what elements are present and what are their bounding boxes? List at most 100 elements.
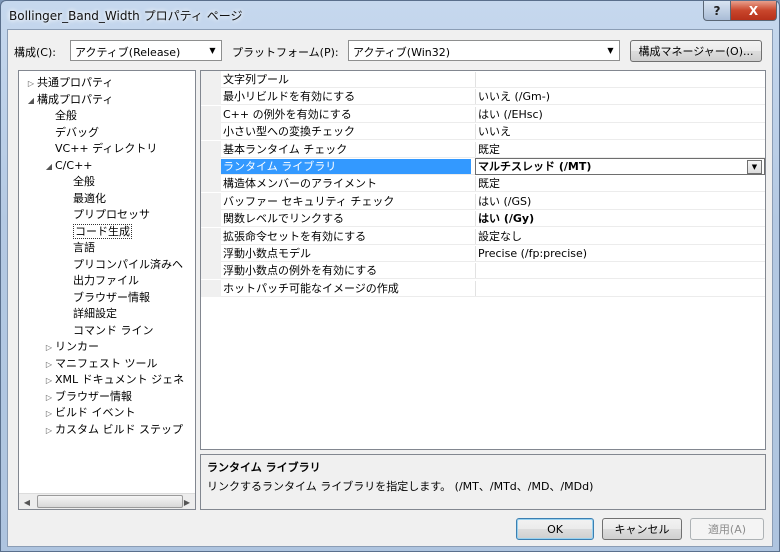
tree-item[interactable]: 出力ファイル [61, 273, 139, 289]
cancel-button[interactable]: キャンセル [602, 518, 682, 540]
tree-item-label: 全般 [73, 175, 95, 188]
property-name[interactable]: 構造体メンバーのアライメント [223, 176, 471, 191]
tree-item[interactable]: ▷ 共通プロパティ [25, 75, 113, 91]
property-row[interactable]: 文字列プール [201, 71, 765, 88]
tree-item[interactable]: ◢ C/C++ [43, 158, 93, 174]
property-row[interactable]: ランタイム ライブラリ マルチスレッド (/MT) ▼ [201, 158, 765, 175]
collapse-icon[interactable]: ◢ [43, 159, 55, 175]
expand-icon[interactable]: ▷ [43, 357, 55, 373]
tree-item[interactable]: デバッグ [43, 125, 99, 141]
property-name[interactable]: 小さい型への変換チェック [223, 124, 471, 139]
property-value[interactable]: 設定なし [475, 228, 765, 244]
property-row[interactable]: 基本ランタイム チェック 既定 [201, 140, 765, 158]
property-row[interactable]: C++ の例外を有効にする はい (/EHsc) [201, 105, 765, 123]
tree-item-label: デバッグ [55, 125, 99, 139]
property-name[interactable]: 浮動小数点モデル [223, 246, 471, 261]
tree-horizontal-scrollbar[interactable]: ◀ ▶ [19, 493, 195, 509]
property-value-dropdown[interactable]: マルチスレッド (/MT) ▼ [475, 158, 765, 175]
property-row[interactable]: バッファー セキュリティ チェック はい (/GS) [201, 192, 765, 210]
config-combo[interactable]: アクティブ(Release) ▼ [70, 40, 222, 61]
platform-combo[interactable]: アクティブ(Win32) ▼ [348, 40, 620, 61]
tree-item[interactable]: 言語 [61, 240, 95, 256]
property-value[interactable]: はい (/EHsc) [475, 106, 765, 122]
property-name[interactable]: ホットパッチ可能なイメージの作成 [223, 281, 471, 296]
property-value[interactable]: 既定 [475, 176, 765, 192]
property-name[interactable]: 最小リビルドを有効にする [223, 89, 471, 104]
property-value[interactable]: Precise (/fp:precise) [475, 246, 765, 261]
expand-icon[interactable]: ▷ [43, 390, 55, 406]
tree-item[interactable]: 最適化 [61, 191, 106, 207]
property-grid[interactable]: 文字列プール 最小リビルドを有効にする いいえ (/Gm-) C++ の例外を有効にす… [200, 70, 766, 450]
tree-item[interactable]: プリコンパイル済みヘ [61, 257, 183, 273]
chevron-down-icon: ▼ [209, 46, 216, 55]
property-name[interactable]: 拡張命令セットを有効にする [223, 229, 471, 244]
tree-item[interactable]: ◢ 構成プロパティ [25, 92, 113, 108]
tree-item-label: ブラウザー情報 [55, 389, 132, 403]
expand-icon[interactable]: ▷ [43, 340, 55, 356]
property-value-text: 設定なし [478, 229, 522, 243]
property-row[interactable]: 浮動小数点の例外を有効にする [201, 262, 765, 280]
close-button[interactable]: X [730, 1, 777, 21]
expand-icon[interactable]: ▷ [43, 406, 55, 422]
property-name[interactable]: C++ の例外を有効にする [223, 107, 471, 122]
property-name[interactable]: 基本ランタイム チェック [223, 142, 471, 157]
property-row[interactable]: 小さい型への変換チェック いいえ [201, 123, 765, 141]
property-row[interactable]: 拡張命令セットを有効にする 設定なし [201, 227, 765, 245]
property-value[interactable]: はい (/GS) [475, 193, 765, 209]
property-value[interactable] [475, 263, 765, 279]
description-text: リンクするランタイム ライブラリを指定します。 (/MT、/MTd、/MD、/M… [207, 480, 594, 493]
window-title: Bollinger_Band_Width プロパティ ページ [9, 9, 243, 23]
tree-item[interactable]: ブラウザー情報 [61, 290, 150, 306]
property-row[interactable]: 最小リビルドを有効にする いいえ (/Gm-) [201, 88, 765, 106]
collapse-icon[interactable]: ◢ [25, 93, 37, 109]
property-name[interactable]: 浮動小数点の例外を有効にする [223, 263, 471, 278]
apply-button[interactable]: 適用(A) [690, 518, 764, 540]
tree-item[interactable]: ▷ XML ドキュメント ジェネ [43, 372, 184, 388]
property-row[interactable]: 関数レベルでリンクする はい (/Gy) [201, 210, 765, 228]
tree-item[interactable]: ▷ マニフェスト ツール [43, 356, 158, 372]
row-gutter [201, 279, 221, 297]
expand-icon[interactable]: ▷ [43, 373, 55, 389]
category-tree[interactable]: ▷ カスタム ビルド ステップ ▷ ビルド イベント ▷ ブラウザー情報 ▷ XML ドキュメ… [18, 70, 196, 510]
property-name[interactable]: ランタイム ライブラリ [221, 159, 471, 174]
expand-icon[interactable]: ▷ [43, 423, 55, 439]
scroll-left-icon[interactable]: ◀ [19, 494, 35, 509]
tree-item[interactable]: ▷ ブラウザー情報 [43, 389, 132, 405]
tree-item[interactable]: VC++ ディレクトリ [43, 141, 157, 157]
help-button[interactable]: ? [703, 1, 731, 21]
expand-icon[interactable]: ▷ [25, 76, 37, 92]
tree-item[interactable]: コマンド ライン [61, 323, 154, 339]
row-gutter [201, 175, 221, 193]
tree-item[interactable]: コード生成 [61, 223, 132, 240]
tree-item[interactable]: ▷ ビルド イベント [43, 405, 136, 421]
chevron-down-icon[interactable]: ▼ [747, 160, 762, 174]
tree-item[interactable]: 全般 [61, 174, 95, 190]
config-combo-value: アクティブ(Release) [75, 46, 181, 59]
config-manager-button[interactable]: 構成マネージャー(O)... [630, 40, 762, 62]
property-name[interactable]: バッファー セキュリティ チェック [223, 194, 471, 209]
property-name[interactable]: 文字列プール [223, 72, 471, 87]
property-row[interactable]: 浮動小数点モデル Precise (/fp:precise) [201, 245, 765, 262]
title-bar[interactable]: Bollinger_Band_Width プロパティ ページ ? X [1, 1, 779, 29]
property-row[interactable]: 構造体メンバーのアライメント 既定 [201, 175, 765, 193]
tree-item[interactable]: ▷ カスタム ビルド ステップ [43, 422, 183, 438]
property-value[interactable] [475, 280, 765, 296]
tree-item[interactable]: プリプロセッサ [61, 207, 150, 223]
row-gutter [201, 245, 221, 262]
property-value[interactable]: いいえ [475, 124, 765, 140]
scrollbar-thumb[interactable] [37, 495, 183, 508]
property-value[interactable]: はい (/Gy) [475, 211, 765, 227]
property-value[interactable]: 既定 [475, 141, 765, 157]
property-value-text: はい (/EHsc) [478, 107, 543, 121]
tree-item[interactable]: ▷ リンカー [43, 339, 99, 355]
property-value[interactable]: いいえ (/Gm-) [475, 89, 765, 105]
tree-item[interactable]: 全般 [43, 108, 77, 124]
scroll-right-icon[interactable]: ▶ [179, 494, 195, 509]
property-name[interactable]: 関数レベルでリンクする [223, 211, 471, 226]
ok-button[interactable]: OK [516, 518, 594, 540]
tree-item[interactable]: 詳細設定 [61, 306, 117, 322]
close-icon: X [748, 3, 759, 18]
property-row[interactable]: ホットパッチ可能なイメージの作成 [201, 279, 765, 297]
dialog-client: 構成(C): アクティブ(Release) ▼ プラットフォーム(P): アクテ… [7, 29, 773, 547]
property-value[interactable] [475, 72, 765, 87]
